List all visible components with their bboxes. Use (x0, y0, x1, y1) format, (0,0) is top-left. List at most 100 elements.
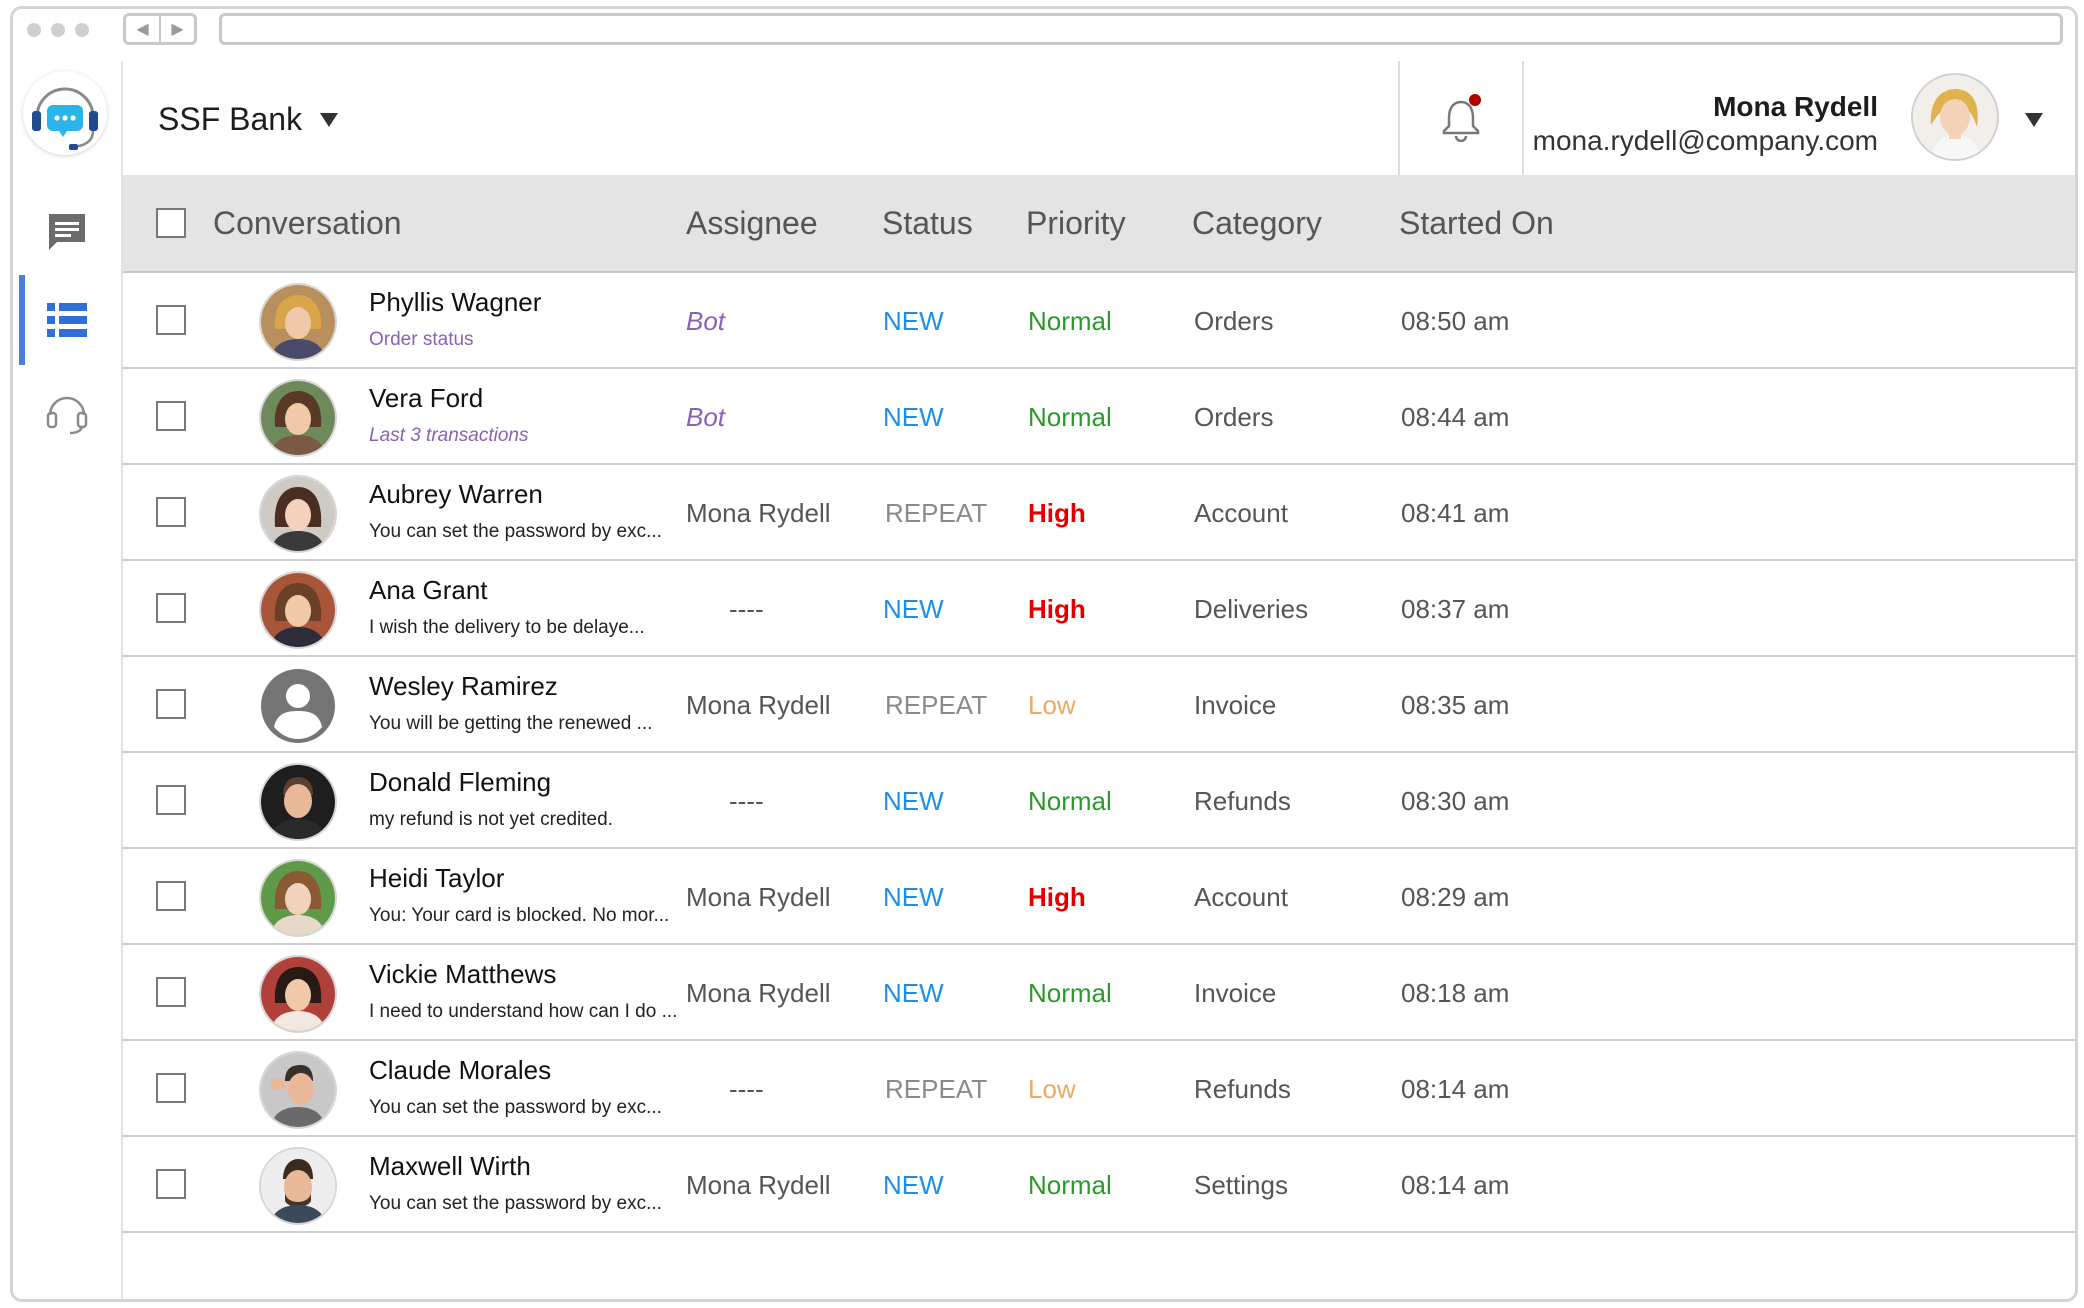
table-row[interactable]: Claude Morales You can set the password … (123, 1041, 2075, 1137)
contact-name: Phyllis Wagner (369, 287, 542, 317)
avatar (259, 763, 337, 841)
status-badge: REPEAT (885, 689, 988, 720)
row-checkbox[interactable] (156, 689, 186, 719)
list-icon (47, 303, 87, 337)
contact-name: Wesley Ramirez (369, 671, 558, 701)
sidebar (13, 61, 123, 1299)
top-header: SSF Bank Mona Rydell mona.rydell@company… (123, 61, 2075, 177)
message-snippet: I wish the delivery to be delaye... (369, 617, 645, 638)
header-priority[interactable]: Priority (1026, 175, 1126, 271)
sidebar-item-conversations-list[interactable] (13, 275, 121, 365)
assignee: Bot (686, 401, 726, 432)
header-conversation[interactable]: Conversation (213, 175, 402, 271)
header-started-on[interactable]: Started On (1399, 175, 1554, 271)
category: Invoice (1194, 689, 1277, 720)
started-time: 08:44 am (1401, 401, 1510, 432)
select-all-checkbox[interactable] (156, 208, 186, 238)
started-time: 08:14 am (1401, 1169, 1510, 1200)
app-logo[interactable] (23, 71, 107, 155)
row-checkbox[interactable] (156, 1169, 186, 1199)
assignee: ---- (729, 593, 764, 624)
message-snippet: You: Your card is blocked. No mor... (369, 905, 670, 926)
priority-label: Low (1028, 1073, 1076, 1104)
row-checkbox[interactable] (156, 785, 186, 815)
priority-label: Normal (1028, 1169, 1112, 1200)
started-time: 08:14 am (1401, 1073, 1510, 1104)
org-selector[interactable]: SSF Bank (158, 101, 339, 138)
status-badge: REPEAT (885, 497, 988, 528)
table-row[interactable]: Donald Fleming my refund is not yet cred… (123, 753, 2075, 849)
priority-label: Normal (1028, 977, 1112, 1008)
avatar (259, 955, 337, 1033)
priority-label: High (1028, 593, 1086, 624)
assignee: Mona Rydell (686, 881, 831, 912)
avatar (259, 475, 337, 553)
row-checkbox[interactable] (156, 881, 186, 911)
category: Invoice (1194, 977, 1277, 1008)
forward-arrow-icon[interactable]: ▶ (159, 16, 194, 42)
row-checkbox[interactable] (156, 497, 186, 527)
user-email: mona.rydell@company.com (1532, 125, 1878, 156)
headset-icon (46, 396, 88, 435)
user-name: Mona Rydell (1713, 91, 1878, 122)
conversations-table: Conversation Assignee Status Priority Ca… (123, 175, 2075, 1233)
sidebar-item-support[interactable] (13, 367, 121, 457)
started-time: 08:18 am (1401, 977, 1510, 1008)
address-bar[interactable] (219, 13, 2063, 45)
nav-buttons: ◀ ▶ (123, 13, 197, 45)
back-arrow-icon[interactable]: ◀ (126, 16, 159, 42)
table-row[interactable]: Maxwell Wirth You can set the password b… (123, 1137, 2075, 1233)
table-row[interactable]: Aubrey Warren You can set the password b… (123, 465, 2075, 561)
headset-chat-logo-icon (32, 87, 98, 150)
status-badge: NEW (883, 977, 944, 1008)
category: Account (1194, 881, 1288, 912)
row-checkbox[interactable] (156, 401, 186, 431)
window-zoom-dot[interactable] (75, 23, 89, 37)
assignee: Mona Rydell (686, 1169, 831, 1200)
message-snippet: You can set the password by exc... (369, 521, 662, 542)
priority-label: Normal (1028, 305, 1112, 336)
started-time: 08:35 am (1401, 689, 1510, 720)
category: Deliveries (1194, 593, 1309, 624)
category: Orders (1194, 401, 1274, 432)
header-assignee[interactable]: Assignee (686, 175, 818, 271)
contact-name: Aubrey Warren (369, 479, 543, 509)
row-checkbox[interactable] (156, 1073, 186, 1103)
started-time: 08:29 am (1401, 881, 1510, 912)
row-checkbox[interactable] (156, 305, 186, 335)
assignee: Bot (686, 305, 726, 336)
table-row[interactable]: Phyllis Wagner Order status Bot NEW Norm… (123, 273, 2075, 369)
table-row[interactable]: Wesley Ramirez You will be getting the r… (123, 657, 2075, 753)
table-row[interactable]: Vickie Matthews I need to understand how… (123, 945, 2075, 1041)
window-minimize-dot[interactable] (51, 23, 65, 37)
chat-icon (49, 214, 85, 250)
avatar (259, 859, 337, 937)
row-checkbox[interactable] (156, 977, 186, 1007)
category: Settings (1194, 1169, 1288, 1200)
notifications-button[interactable] (1398, 61, 1524, 175)
status-badge: REPEAT (885, 1073, 988, 1104)
default-person-icon (261, 669, 335, 743)
window-close-dot[interactable] (27, 23, 41, 37)
header-category[interactable]: Category (1192, 175, 1322, 271)
user-menu-caret-icon[interactable] (2025, 113, 2043, 127)
priority-label: Normal (1028, 401, 1112, 432)
table-row[interactable]: Ana Grant I wish the delivery to be dela… (123, 561, 2075, 657)
table-row[interactable]: Heidi Taylor You: Your card is blocked. … (123, 849, 2075, 945)
started-time: 08:41 am (1401, 497, 1510, 528)
message-snippet: You will be getting the renewed ... (369, 713, 653, 734)
category: Refunds (1194, 1073, 1291, 1104)
avatar (259, 571, 337, 649)
browser-toolbar: ◀ ▶ (13, 9, 2075, 61)
assignee: Mona Rydell (686, 689, 831, 720)
contact-name: Vickie Matthews (369, 959, 557, 989)
row-checkbox[interactable] (156, 593, 186, 623)
status-badge: NEW (883, 593, 944, 624)
table-row[interactable]: Vera Ford Last 3 transactions Bot NEW No… (123, 369, 2075, 465)
assignee: Mona Rydell (686, 497, 831, 528)
user-avatar[interactable] (1911, 73, 1999, 161)
sidebar-item-chat[interactable] (13, 187, 121, 277)
avatar (259, 283, 337, 361)
header-status[interactable]: Status (882, 175, 973, 271)
contact-name: Ana Grant (369, 575, 488, 605)
